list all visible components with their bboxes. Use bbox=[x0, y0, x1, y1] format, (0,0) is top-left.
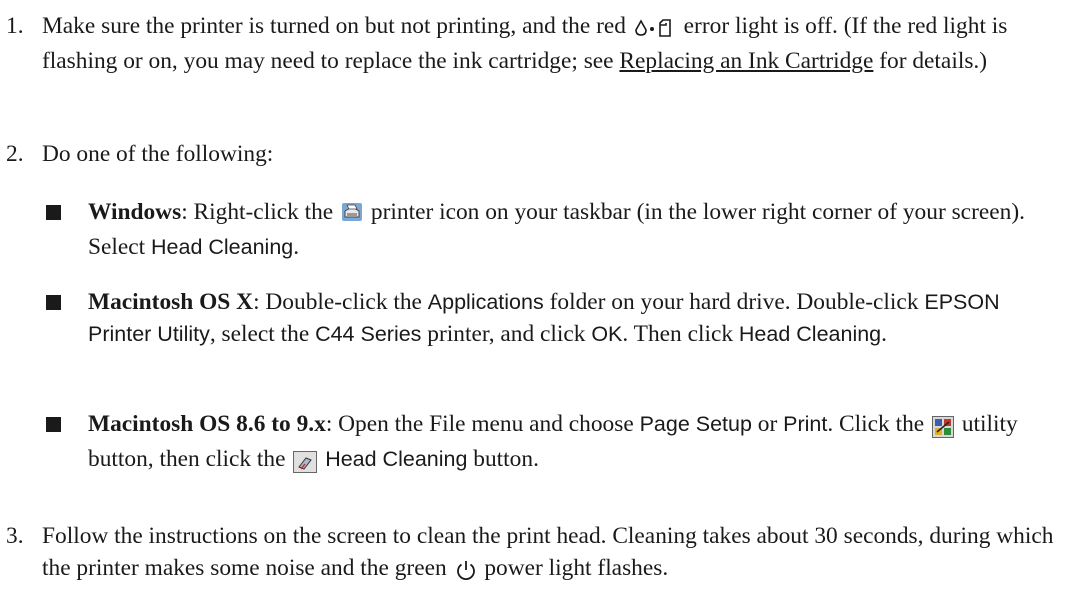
applications-folder-label: Applications bbox=[427, 290, 544, 314]
bullet-text: Macintosh OS X: Double-click the Applica… bbox=[88, 289, 1000, 347]
head-cleaning-label: Head Cleaning bbox=[738, 322, 882, 346]
c44-series-label: C44 Series bbox=[315, 322, 422, 346]
bullet-square bbox=[46, 205, 61, 220]
bullet-square bbox=[46, 295, 61, 310]
step-1: 1. Make sure the printer is turned on bu… bbox=[0, 10, 1071, 77]
replacing-ink-cartridge-link[interactable]: Replacing an Ink Cartridge bbox=[619, 48, 873, 74]
printer-taskbar-icon bbox=[341, 199, 363, 231]
step-2: 2. Do one of the following: bbox=[0, 138, 1071, 170]
head-cleaning-button-label: Head Cleaning bbox=[325, 447, 468, 471]
power-icon bbox=[455, 555, 477, 587]
head-cleaning-icon bbox=[293, 446, 318, 478]
head-cleaning-menu-item: Head Cleaning bbox=[151, 235, 294, 259]
step-number: 1. bbox=[6, 13, 24, 39]
error-light-icon bbox=[634, 13, 676, 45]
print-label: Print bbox=[783, 412, 828, 436]
step-text: Make sure the printer is turned on but n… bbox=[42, 13, 1008, 74]
bullet-text: Windows: Right-click the printer icon on… bbox=[88, 199, 1025, 260]
utility-icon bbox=[932, 411, 955, 443]
bullet-square bbox=[46, 417, 61, 432]
ok-label: OK bbox=[591, 322, 623, 346]
page-setup-label: Page Setup bbox=[639, 412, 752, 436]
step-number: 3. bbox=[6, 523, 24, 549]
bullet-mac-osx: Macintosh OS X: Double-click the Applica… bbox=[0, 286, 1071, 350]
bullet-text: Macintosh OS 8.6 to 9.x: Open the File m… bbox=[88, 408, 1067, 478]
step-text: Do one of the following: bbox=[42, 141, 274, 167]
bullet-windows: Windows: Right-click the printer icon on… bbox=[0, 196, 1071, 263]
step-number: 2. bbox=[6, 141, 24, 167]
step-3: 3. Follow the instructions on the screen… bbox=[0, 520, 1071, 587]
bullet-mac-os9: Macintosh OS 8.6 to 9.x: Open the File m… bbox=[0, 408, 1071, 478]
step-text: Follow the instructions on the screen to… bbox=[42, 520, 1065, 587]
